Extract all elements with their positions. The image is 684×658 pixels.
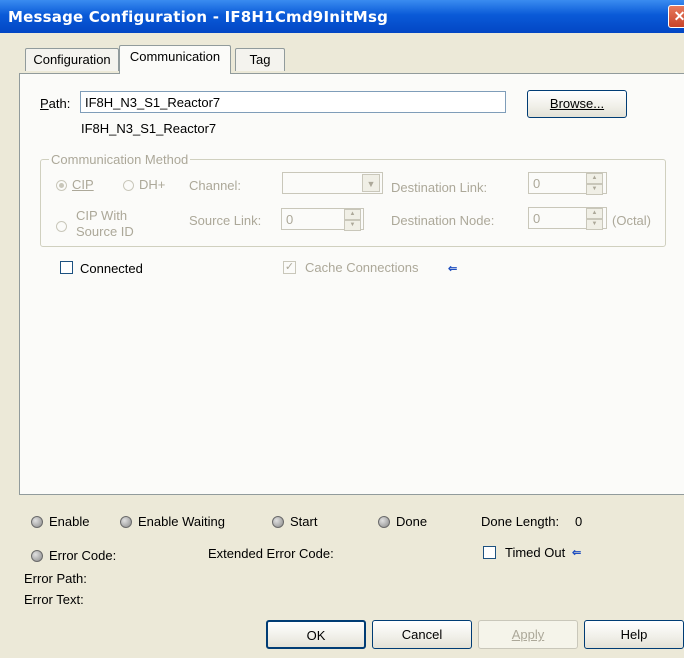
start-status-label: Start <box>290 514 318 529</box>
help-button[interactable]: Help <box>584 620 684 649</box>
cancel-button[interactable]: Cancel <box>372 620 472 649</box>
tab-communication[interactable]: Communication <box>119 45 231 74</box>
enable-waiting-status-label: Enable Waiting <box>138 514 225 529</box>
extended-error-code-label: Extended Error Code: <box>208 546 334 561</box>
title-bar[interactable]: Message Configuration - IF8H1Cmd9InitMsg… <box>0 0 684 33</box>
cache-connections-label: Cache Connections <box>305 260 419 275</box>
browse-label: Browse... <box>549 96 605 111</box>
tab-configuration[interactable]: Configuration <box>25 48 119 71</box>
connected-label: Connected <box>80 261 143 276</box>
resolved-path: IF8H_N3_S1_Reactor7 <box>81 121 217 136</box>
channel-label: Channel: <box>189 178 242 193</box>
tab-label: Configuration <box>33 52 111 67</box>
apply-label: Apply <box>511 627 545 642</box>
connected-checkbox[interactable] <box>60 261 73 274</box>
destination-link-label: Destination Link: <box>391 180 488 195</box>
destination-node-label: Destination Node: <box>391 213 495 228</box>
enable-indicator-icon <box>31 516 43 528</box>
cip-source-id-label-1: CIP With <box>76 208 128 223</box>
done-length-value: 0 <box>575 514 583 529</box>
cip-source-id-label-2: Source ID <box>76 224 134 239</box>
cancel-label: Cancel <box>401 627 443 642</box>
enable-status-label: Enable <box>49 514 90 529</box>
apply-button[interactable]: Apply <box>478 620 578 649</box>
timed-out-label: Timed Out <box>505 545 566 560</box>
dhplus-label: DH+ <box>139 177 166 192</box>
error-text-label: Error Text: <box>24 592 84 607</box>
enable-waiting-indicator-icon <box>120 516 132 528</box>
help-label: Help <box>620 627 648 642</box>
timed-out-checkbox <box>483 546 496 559</box>
octal-label: (Octal) <box>612 213 651 228</box>
cip-radio[interactable] <box>56 180 67 191</box>
arrow-left-icon: ⇐ <box>448 263 458 275</box>
cip-source-id-radio[interactable] <box>56 221 67 232</box>
path-label: Path: <box>40 96 71 111</box>
ok-label: OK <box>306 628 326 643</box>
source-link-spinner[interactable]: ▲ ▼ <box>344 209 361 231</box>
done-status-label: Done <box>396 514 428 529</box>
path-input[interactable]: IF8H_N3_S1_Reactor7 <box>80 91 506 113</box>
close-button[interactable]: ✕ <box>668 5 684 28</box>
check-icon: ✓ <box>284 261 295 273</box>
destination-node-spinner[interactable]: ▲ ▼ <box>586 208 603 230</box>
close-icon: ✕ <box>673 8 684 24</box>
error-code-indicator-icon <box>31 550 43 562</box>
dialog-window: Message Configuration - IF8H1Cmd9InitMsg… <box>0 0 684 658</box>
tab-strip: Configuration Communication Tag <box>0 33 684 75</box>
cache-connections-checkbox[interactable]: ✓ <box>283 261 296 274</box>
tab-tag[interactable]: Tag <box>235 48 285 71</box>
cip-label: CIP <box>72 177 94 192</box>
done-length-label: Done Length: <box>481 514 560 529</box>
arrow-left-icon: ⇐ <box>572 547 582 559</box>
window-title: Message Configuration - IF8H1Cmd9InitMsg <box>8 8 389 26</box>
tab-label: Tag <box>249 52 271 67</box>
browse-button[interactable]: Browse... <box>527 90 627 118</box>
communication-panel <box>19 73 684 495</box>
done-indicator-icon <box>378 516 390 528</box>
ok-button[interactable]: OK <box>266 620 366 649</box>
error-code-label: Error Code: <box>49 548 117 563</box>
error-path-label: Error Path: <box>24 571 87 586</box>
chevron-down-icon[interactable]: ▼ <box>362 174 380 192</box>
dhplus-radio[interactable] <box>123 180 134 191</box>
source-link-label: Source Link: <box>189 213 262 228</box>
communication-method-title: Communication Method <box>49 152 191 167</box>
tab-label: Communication <box>129 49 221 64</box>
destination-link-spinner[interactable]: ▲ ▼ <box>586 173 603 195</box>
start-indicator-icon <box>272 516 284 528</box>
